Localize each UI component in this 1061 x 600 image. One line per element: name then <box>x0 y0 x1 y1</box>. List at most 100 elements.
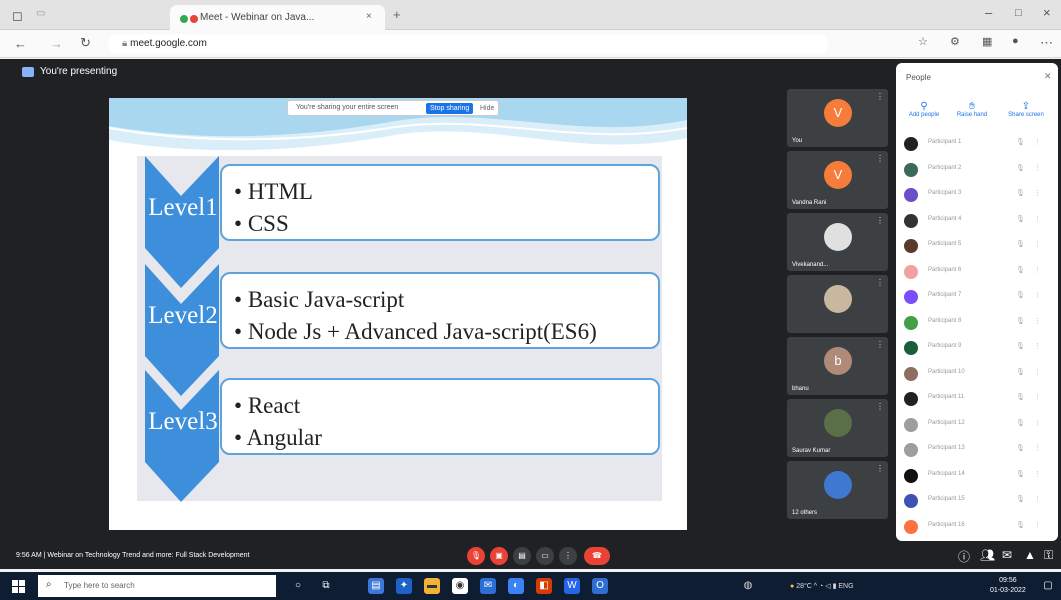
close-panel-icon[interactable]: ✕ <box>1044 71 1052 82</box>
close-window-button[interactable]: × <box>1043 6 1051 19</box>
participant-row[interactable]: Participant 6 🎙︎ ⋮ <box>904 261 1054 287</box>
participant-row[interactable]: Participant 12 🎙︎ ⋮ <box>904 414 1054 440</box>
participant-row[interactable]: Participant 7 🎙︎ ⋮ <box>904 286 1054 312</box>
chrome-icon[interactable]: ◉ <box>452 578 468 594</box>
info-icon[interactable]: ⓘ <box>958 548 970 565</box>
more-options-icon[interactable]: ⋮ <box>559 547 577 565</box>
task-view-icon[interactable]: ⧉ <box>318 578 334 594</box>
mic-status-icon[interactable]: 🎙︎ <box>1016 138 1025 146</box>
people-icon[interactable]: 👥︎ <box>980 548 995 562</box>
outlook-icon[interactable]: O <box>592 578 608 594</box>
mic-status-icon[interactable]: 🎙︎ <box>1016 393 1025 401</box>
tab-meet[interactable]: Meet - Webinar on Java... × <box>170 5 385 30</box>
present-now-icon[interactable]: ▭ <box>536 547 554 565</box>
tile-options-icon[interactable]: ⋮ <box>876 154 884 163</box>
participant-row[interactable]: Participant 2 🎙︎ ⋮ <box>904 159 1054 185</box>
participant-row[interactable]: Participant 11 🎙︎ ⋮ <box>904 388 1054 414</box>
mic-status-icon[interactable]: 🎙︎ <box>1016 521 1025 529</box>
add-people-button[interactable]: ⚲ Add people <box>904 101 944 118</box>
tab-close-icon[interactable]: × <box>366 11 372 22</box>
word-icon[interactable]: W <box>564 578 580 594</box>
profile-icon[interactable]: ● <box>1012 36 1019 47</box>
raise-hand-button[interactable]: ✋︎ Raise hand <box>952 101 992 118</box>
share-screen-button[interactable]: ⇪ Share screen <box>1006 101 1046 118</box>
participant-options-icon[interactable]: ⋮ <box>1034 240 1041 248</box>
participant-options-icon[interactable]: ⋮ <box>1034 470 1041 478</box>
store-icon[interactable]: ▤ <box>368 578 384 594</box>
chat-icon[interactable]: ✉ <box>1002 548 1012 562</box>
mic-status-icon[interactable]: 🎙︎ <box>1016 266 1025 274</box>
participant-row[interactable]: Participant 14 🎙︎ ⋮ <box>904 465 1054 491</box>
participant-row[interactable]: Participant 4 🎙︎ ⋮ <box>904 210 1054 236</box>
mic-status-icon[interactable]: 🎙︎ <box>1016 240 1025 248</box>
taskbar-search-input[interactable]: ⌕ Type here to search <box>38 575 276 597</box>
participant-tile[interactable]: 12 others ⋮ <box>787 461 888 519</box>
battery-icon[interactable]: ▮ <box>833 583 837 590</box>
participant-tile[interactable]: V Vandna Rani ⋮ <box>787 151 888 209</box>
participant-options-icon[interactable]: ⋮ <box>1034 164 1041 172</box>
extensions-icon[interactable]: ⚙ <box>950 37 960 48</box>
leave-call-icon[interactable]: ☎ <box>584 547 610 565</box>
participant-row[interactable]: Participant 5 🎙︎ ⋮ <box>904 235 1054 261</box>
mic-status-icon[interactable]: 🎙︎ <box>1016 470 1025 478</box>
participant-row[interactable]: Participant 9 🎙︎ ⋮ <box>904 337 1054 363</box>
network-globe-icon[interactable]: ◍ <box>740 578 756 594</box>
forward-arrow-icon[interactable]: → <box>50 37 63 50</box>
tile-options-icon[interactable]: ⋮ <box>876 464 884 473</box>
mic-status-icon[interactable]: 🎙︎ <box>1016 368 1025 376</box>
mic-status-icon[interactable]: 🎙︎ <box>1016 419 1025 427</box>
notifications-icon[interactable]: ▢ <box>1040 578 1056 594</box>
participant-row[interactable]: Participant 13 🎙︎ ⋮ <box>904 439 1054 465</box>
language-indicator[interactable]: ENG <box>838 583 853 590</box>
back-arrow-icon[interactable]: ← <box>14 37 27 50</box>
tile-options-icon[interactable]: ⋮ <box>876 340 884 349</box>
mic-status-icon[interactable]: 🎙︎ <box>1016 342 1025 350</box>
hide-button[interactable]: Hide <box>476 103 498 114</box>
participant-options-icon[interactable]: ⋮ <box>1034 368 1041 376</box>
dropbox-icon[interactable]: ✦ <box>396 578 412 594</box>
mic-status-icon[interactable]: 🎙︎ <box>1016 317 1025 325</box>
wifi-icon[interactable]: ◔ <box>819 583 823 590</box>
taskbar-clock[interactable]: 09:56 01-03-2022 <box>990 576 1026 596</box>
participant-options-icon[interactable]: ⋮ <box>1034 342 1041 350</box>
mic-status-icon[interactable]: 🎙︎ <box>1016 189 1025 197</box>
participant-options-icon[interactable]: ⋮ <box>1034 393 1041 401</box>
participant-row[interactable]: Participant 1 🎙︎ ⋮ <box>904 133 1054 159</box>
mic-off-icon[interactable]: 🎙︎ <box>467 547 485 565</box>
activities-icon[interactable]: ▲ <box>1024 548 1036 562</box>
lock-host-icon[interactable]: ⚿ <box>1044 548 1053 563</box>
edge-icon[interactable]: ◐ <box>508 578 524 594</box>
file-explorer-icon[interactable]: ▬ <box>424 578 440 594</box>
participant-row[interactable]: Participant 10 🎙︎ ⋮ <box>904 363 1054 389</box>
url-input[interactable]: 🔒︎ meet.google.com <box>108 34 828 54</box>
participant-options-icon[interactable]: ⋮ <box>1034 189 1041 197</box>
mic-status-icon[interactable]: 🎙︎ <box>1016 495 1025 503</box>
captions-icon[interactable]: ▤ <box>513 547 531 565</box>
participant-options-icon[interactable]: ⋮ <box>1034 215 1041 223</box>
tile-options-icon[interactable]: ⋮ <box>876 92 884 101</box>
participant-options-icon[interactable]: ⋮ <box>1034 419 1041 427</box>
favorites-icon[interactable]: ☆ <box>918 37 928 48</box>
participant-tile[interactable]: V You ⋮ <box>787 89 888 147</box>
cortana-icon[interactable]: ○ <box>290 578 306 594</box>
mic-status-icon[interactable]: 🎙︎ <box>1016 291 1025 299</box>
volume-icon[interactable]: ◁ <box>825 583 830 590</box>
participant-tile[interactable]: Vivekanand... ⋮ <box>787 213 888 271</box>
participant-tile[interactable]: ⋮ <box>787 275 888 333</box>
participant-options-icon[interactable]: ⋮ <box>1034 138 1041 146</box>
collections-icon[interactable]: ▦ <box>982 37 992 48</box>
reload-icon[interactable]: ↻ <box>80 36 91 49</box>
new-tab-button[interactable]: + <box>393 8 401 21</box>
camera-off-icon[interactable]: ▣ <box>490 547 508 565</box>
more-menu-icon[interactable]: ⋯ <box>1040 36 1053 49</box>
participant-row[interactable]: Participant 3 🎙︎ ⋮ <box>904 184 1054 210</box>
windows-start-icon[interactable] <box>12 580 25 593</box>
participant-row[interactable]: Participant 8 🎙︎ ⋮ <box>904 312 1054 338</box>
participant-options-icon[interactable]: ⋮ <box>1034 317 1041 325</box>
mic-status-icon[interactable]: 🎙︎ <box>1016 444 1025 452</box>
participant-options-icon[interactable]: ⋮ <box>1034 521 1041 529</box>
tile-options-icon[interactable]: ⋮ <box>876 278 884 287</box>
mic-status-icon[interactable]: 🎙︎ <box>1016 215 1025 223</box>
tile-options-icon[interactable]: ⋮ <box>876 216 884 225</box>
participant-row[interactable]: Participant 15 🎙︎ ⋮ <box>904 490 1054 516</box>
